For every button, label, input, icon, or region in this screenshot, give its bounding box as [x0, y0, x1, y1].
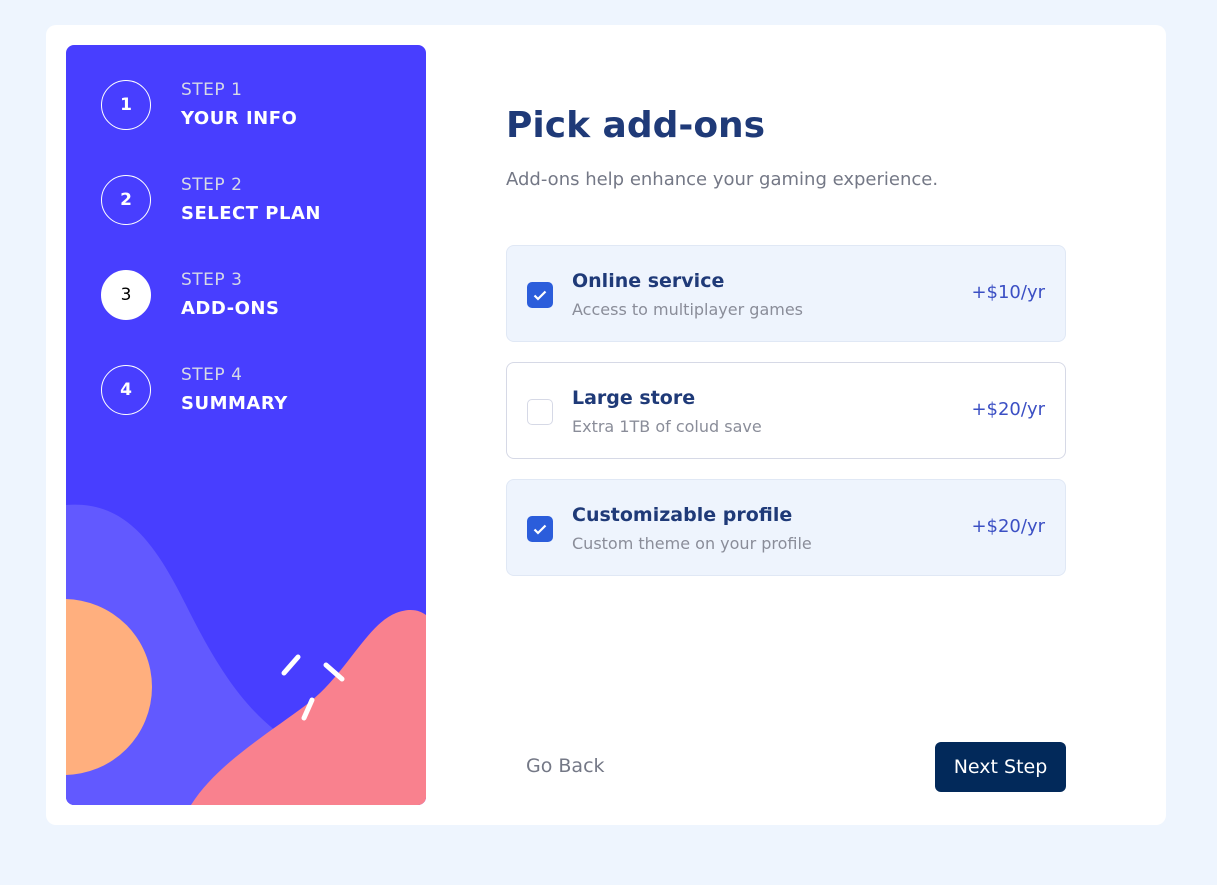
- addon-name: Large store: [572, 387, 696, 409]
- addon-customizable-profile[interactable]: Customizable profile Custom theme on you…: [506, 479, 1066, 576]
- step-title: SUMMARY: [181, 393, 288, 414]
- addon-online-service[interactable]: Online service Access to multiplayer gam…: [506, 245, 1066, 342]
- main-content: Pick add-ons Add-ons help enhance your g…: [506, 25, 1066, 825]
- addon-checkbox[interactable]: [527, 399, 553, 425]
- step-number-circle-active: 3: [101, 270, 151, 320]
- addon-description: Access to multiplayer games: [572, 300, 804, 319]
- addon-description: Extra 1TB of colud save: [572, 417, 762, 436]
- sparkle-line: [281, 654, 301, 676]
- step-kicker: STEP 4: [181, 365, 243, 385]
- addon-large-store[interactable]: Large store Extra 1TB of colud save +$20…: [506, 362, 1066, 459]
- steps-sidebar: 1 STEP 1 YOUR INFO 2 STEP 2 SELECT PLAN …: [66, 45, 426, 805]
- sidebar-step-your-info[interactable]: 1 STEP 1 YOUR INFO: [101, 80, 401, 130]
- step-title: ADD-ONS: [181, 298, 280, 319]
- page-title: Pick add-ons: [506, 105, 766, 146]
- step-kicker: STEP 1: [181, 80, 243, 100]
- step-number-circle: 1: [101, 80, 151, 130]
- form-card: 1 STEP 1 YOUR INFO 2 STEP 2 SELECT PLAN …: [46, 25, 1166, 825]
- step-title: SELECT PLAN: [181, 203, 321, 224]
- addon-checkbox[interactable]: [527, 516, 553, 542]
- sidebar-step-select-plan[interactable]: 2 STEP 2 SELECT PLAN: [101, 175, 401, 225]
- sidebar-step-add-ons[interactable]: 3 STEP 3 ADD-ONS: [101, 270, 401, 320]
- next-step-button[interactable]: Next Step: [935, 742, 1066, 792]
- sidebar-background-illustration: [66, 504, 426, 805]
- addon-name: Customizable profile: [572, 504, 793, 526]
- checkmark-icon: [533, 524, 547, 535]
- addon-description: Custom theme on your profile: [572, 534, 812, 553]
- step-kicker: STEP 3: [181, 270, 243, 290]
- addon-price: +$20/yr: [971, 516, 1045, 537]
- step-title: YOUR INFO: [181, 108, 298, 129]
- go-back-button[interactable]: Go Back: [526, 755, 605, 777]
- addon-checkbox[interactable]: [527, 282, 553, 308]
- addon-price: +$10/yr: [971, 282, 1045, 303]
- step-kicker: STEP 2: [181, 175, 243, 195]
- step-number-circle: 4: [101, 365, 151, 415]
- step-number-circle: 2: [101, 175, 151, 225]
- addon-price: +$20/yr: [971, 399, 1045, 420]
- checkmark-icon: [533, 290, 547, 301]
- page-subtitle: Add-ons help enhance your gaming experie…: [506, 169, 939, 190]
- addon-name: Online service: [572, 270, 725, 292]
- sidebar-step-summary[interactable]: 4 STEP 4 SUMMARY: [101, 365, 401, 415]
